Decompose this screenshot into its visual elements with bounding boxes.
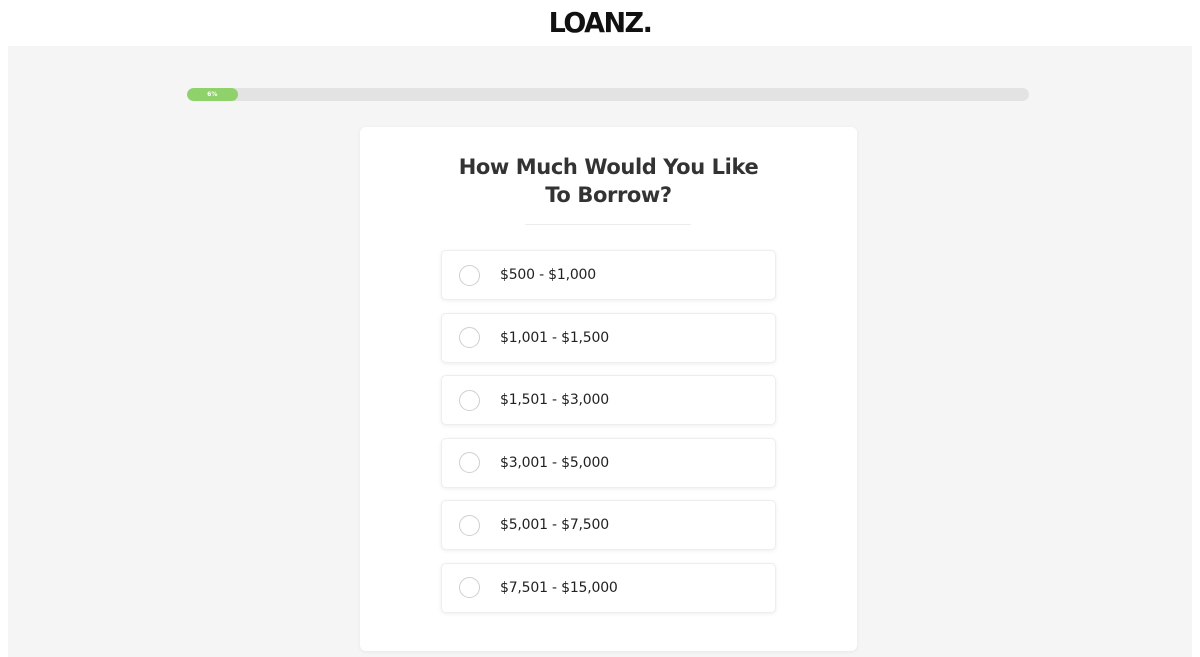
radio-circle-icon[interactable] — [459, 452, 480, 474]
answer-option-500-1000[interactable]: $500 - $1,000 — [441, 250, 776, 300]
loanz-logo[interactable]: LOANZ. — [549, 7, 653, 39]
left-edge-strip — [0, 0, 8, 657]
answer-option-label: $1,501 - $3,000 — [500, 392, 609, 409]
answer-option-3001-5000[interactable]: $3,001 - $5,000 — [441, 437, 776, 488]
answer-option-label: $7,501 - $15,000 — [500, 579, 618, 596]
answer-option-label: $3,001 - $5,000 — [500, 454, 609, 471]
title-divider — [525, 224, 691, 225]
progress-bar: 6% — [187, 88, 1029, 101]
answer-option-7501-15000[interactable]: $7,501 - $15,000 — [441, 562, 776, 613]
answer-option-label: $500 - $1,000 — [500, 267, 596, 283]
page: LOANZ. 6% How Much Would You Like To Bor… — [0, 0, 1200, 657]
progress-percent-label: 6% — [207, 91, 218, 98]
question-card: How Much Would You Like To Borrow? $500 … — [360, 127, 857, 651]
answer-option-5001-7500[interactable]: $5,001 - $7,500 — [441, 500, 776, 551]
radio-circle-icon[interactable] — [459, 514, 480, 536]
right-edge-strip — [1192, 0, 1200, 657]
radio-circle-icon[interactable] — [459, 577, 480, 599]
radio-circle-icon[interactable] — [459, 327, 480, 349]
answer-option-1001-1500[interactable]: $1,001 - $1,500 — [441, 312, 776, 363]
radio-circle-icon[interactable] — [459, 264, 480, 286]
question-title: How Much Would You Like To Borrow? — [458, 155, 759, 207]
answer-option-1501-3000[interactable]: $1,501 - $3,000 — [441, 375, 776, 426]
answer-option-label: $1,001 - $1,500 — [500, 329, 609, 346]
answer-option-label: $5,001 - $7,500 — [500, 517, 609, 534]
site-header: LOANZ. — [0, 0, 1200, 46]
progress-bar-fill: 6% — [187, 88, 238, 101]
answer-options: $500 - $1,000 $1,001 - $1,500 $1,501 - $… — [441, 250, 776, 626]
radio-circle-icon[interactable] — [459, 389, 480, 411]
